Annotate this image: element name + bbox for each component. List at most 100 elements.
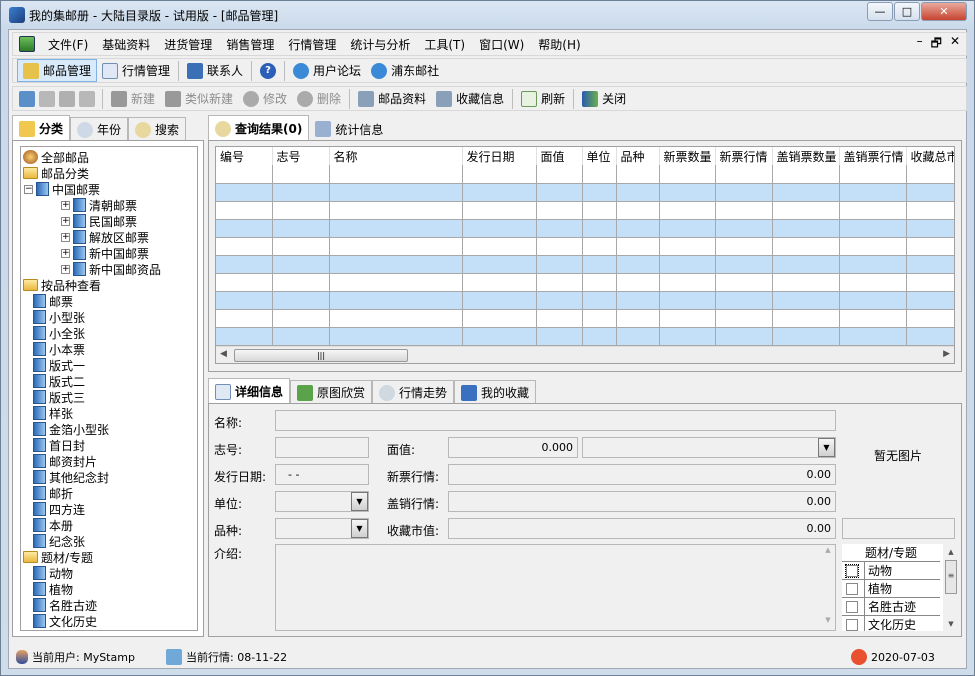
tree-item[interactable]: 邮资封片 [33,453,97,469]
tree-item[interactable]: 文化历史 [33,613,97,629]
table-row[interactable] [216,237,954,256]
column-header[interactable]: 品种 [616,147,660,165]
topic-checkbox[interactable] [846,618,858,631]
tree-item[interactable]: 本册 [33,517,73,533]
minimize-button[interactable]: — [867,2,893,21]
collapse-icon[interactable]: − [24,184,33,194]
expand-icon[interactable]: + [61,232,70,242]
topic-checkbox[interactable] [846,582,858,595]
market-value-field[interactable]: 0.00 [448,518,836,539]
tree-item[interactable]: + 新中国邮票 [61,245,149,261]
currency-select[interactable] [582,437,836,458]
menu-item[interactable]: 文件(F) [41,36,95,53]
menu-item[interactable]: 进货管理 [157,36,219,53]
stamp-info-button[interactable]: 邮品资料 [353,88,431,109]
scroll-right-arrow[interactable]: ▶ [943,349,950,359]
contacts-button[interactable]: 联系人 [182,60,248,81]
tree-item[interactable]: 版式二 [33,373,85,389]
column-header[interactable]: 志号 [272,147,330,165]
column-header[interactable]: 收藏总市 [906,147,954,165]
tree-item[interactable]: 名胜古迹 [33,597,97,613]
menu-item[interactable]: 窗口(W) [472,36,531,53]
tab-statistics[interactable]: 统计信息 [309,117,389,141]
tree-item[interactable]: − 中国邮票 [24,181,100,197]
tree-item[interactable]: 首日封 [33,437,85,453]
delete-button[interactable]: 删除 [292,88,346,109]
tree-item[interactable]: 邮折 [33,485,73,501]
tab-category[interactable]: 分类 [12,115,71,141]
collection-info-button[interactable]: 收藏信息 [431,88,509,109]
intro-scrollbar[interactable]: ▲ ▼ [821,546,835,629]
edit-button[interactable]: 修改 [238,88,292,109]
tree-item[interactable]: + 清朝邮票 [61,197,137,213]
tab-query-results[interactable]: 查询结果(0) [208,115,310,141]
issue-date-field[interactable]: - - [275,464,369,485]
tree-item[interactable]: 题材/专题 [23,549,93,565]
tree-item[interactable]: 四方连 [33,501,85,517]
scrollbar-thumb[interactable]: ||| [234,349,408,362]
tree-item[interactable]: 小本票 [33,341,85,357]
image-caption-field[interactable] [842,518,955,539]
tab-my-collection[interactable]: 我的收藏 [454,380,537,404]
table-row[interactable] [216,327,954,346]
app-menu-icon[interactable] [19,36,35,52]
tree-item[interactable]: 小型张 [33,309,85,325]
column-header[interactable]: 发行日期 [462,147,537,165]
tree-item[interactable]: 其他纪念封 [33,469,109,485]
new-stamp-price-field[interactable]: 0.00 [448,464,836,485]
tab-year[interactable]: 年份 [70,117,129,141]
close-button[interactable]: ✕ [921,2,967,21]
tree-item[interactable]: 邮品分类 [23,165,89,181]
table-row[interactable] [216,183,954,202]
tab-search[interactable]: 搜索 [128,117,187,141]
menu-item[interactable]: 基础资料 [95,36,157,53]
mdi-restore-button[interactable]: 🗗 [931,34,942,55]
user-forum-button[interactable]: 用户论坛 [288,60,366,81]
tree-item[interactable]: 版式三 [33,389,85,405]
table-row[interactable] [216,165,954,184]
tree-item[interactable]: 小全张 [33,325,85,341]
topic-checkbox[interactable] [845,563,859,578]
expand-icon[interactable]: + [61,200,70,210]
chevron-down-icon[interactable]: ▼ [818,438,835,457]
pudong-stamp-button[interactable]: 浦东邮社 [366,60,444,81]
zhihao-field[interactable] [275,437,369,458]
tab-image[interactable]: 原图欣赏 [290,380,373,404]
tab-market-trend[interactable]: 行情走势 [372,380,455,404]
close-form-button[interactable]: 关闭 [577,88,631,109]
tree-item[interactable]: + 解放区邮票 [61,229,149,245]
table-row[interactable] [216,255,954,274]
mdi-close-button[interactable]: ✕ [950,34,960,55]
expand-icon[interactable]: + [61,264,70,274]
chevron-down-icon[interactable]: ▼ [351,492,368,511]
menu-item[interactable]: 销售管理 [219,36,281,53]
mdi-minimize-button[interactable]: – [917,34,923,55]
tree-item[interactable]: 样张 [33,405,73,421]
table-row[interactable] [216,309,954,328]
menu-item[interactable]: 行情管理 [281,36,343,53]
new-button[interactable]: 新建 [106,88,160,109]
topic-scrollbar[interactable]: ▲ ≡ ▼ [943,544,959,631]
expand-icon[interactable]: + [61,216,70,226]
column-header[interactable]: 单位 [582,147,617,165]
tree-item[interactable]: 全部邮品 [23,149,89,165]
table-row[interactable] [216,291,954,310]
column-header[interactable]: 盖销票数量 [772,147,840,165]
chevron-down-icon[interactable]: ▼ [351,519,368,538]
used-price-field[interactable]: 0.00 [448,491,836,512]
horizontal-scrollbar[interactable]: ◀ ||| ▶ [216,346,954,363]
refresh-button[interactable]: 刷新 [516,88,570,109]
menu-item[interactable]: 帮助(H) [531,36,587,53]
column-header[interactable]: 新票行情 [715,147,773,165]
similar-new-button[interactable]: 类似新建 [160,88,238,109]
name-field[interactable] [275,410,836,431]
column-header[interactable]: 面值 [536,147,583,165]
menu-item[interactable]: 统计与分析 [343,36,417,53]
tree-item[interactable]: 按品种查看 [23,277,101,293]
topic-checkbox[interactable] [846,600,858,613]
column-header[interactable]: 盖销票行情 [839,147,907,165]
tree-item[interactable]: + 民国邮票 [61,213,137,229]
tree-item[interactable]: 植物 [33,581,73,597]
table-row[interactable] [216,219,954,238]
column-header[interactable]: 名称 [329,147,463,165]
